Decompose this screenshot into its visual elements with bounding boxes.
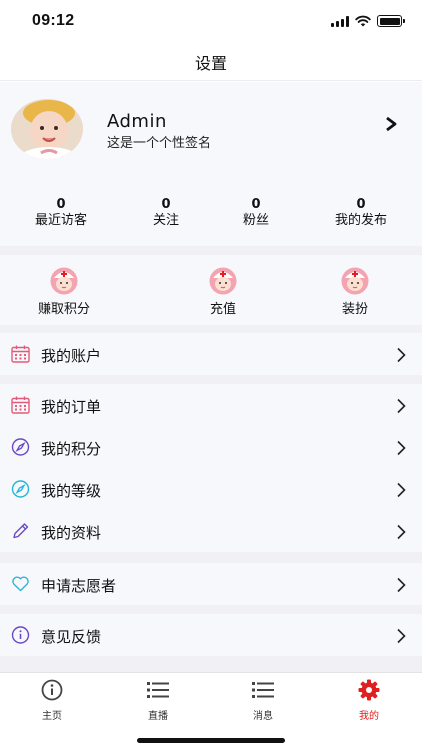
compass-icon [11, 438, 30, 456]
pencil-icon [13, 523, 29, 539]
stat-visitors-value: 0 [56, 197, 66, 212]
menu-item-orders-label: 我的订单 [41, 398, 102, 416]
stat-following[interactable]: 0 关注 [136, 198, 196, 229]
avatar[interactable] [11, 99, 83, 159]
menu-item-level[interactable]: 我的等级 [0, 468, 422, 510]
menu-group-volunteer: 申请志愿者 [0, 563, 422, 605]
stat-fans-label: 粉丝 [242, 213, 269, 228]
menu-item-feedback[interactable]: 意见反馈 [0, 614, 422, 656]
tab-mine-label: 我的 [359, 711, 379, 722]
menu-item-orders[interactable]: 我的订单 [0, 384, 422, 426]
stat-posts-label: 我的发布 [334, 213, 387, 228]
stat-fans[interactable]: 0 粉丝 [226, 198, 286, 229]
tab-messages-label: 消息 [253, 711, 273, 722]
chevron-right-icon [397, 482, 406, 498]
nav-bar: 设置 [0, 44, 422, 81]
calendar-icon [11, 345, 30, 363]
profile-name: Admin [107, 111, 167, 132]
stat-visitors-label: 最近访客 [34, 213, 87, 228]
wifi-icon [355, 15, 371, 27]
menu-item-profile-info[interactable]: 我的资料 [0, 510, 422, 552]
compass-icon [11, 480, 30, 498]
stat-posts-value: 0 [356, 197, 366, 212]
chevron-right-icon [397, 440, 406, 456]
avatar-image [11, 99, 83, 159]
earn-points-button[interactable]: 赚取积分 [19, 267, 109, 317]
list-icon [147, 682, 169, 698]
chevron-right-icon [397, 524, 406, 540]
menu-item-volunteer[interactable]: 申请志愿者 [0, 563, 422, 605]
nurse-icon [341, 267, 369, 295]
profile-section: Admin 这是一个个性签名 0 最近访客 0 关注 0 粉丝 0 我的发布 [0, 82, 422, 246]
recharge-label: 充值 [209, 302, 236, 317]
calendar-icon [11, 396, 30, 414]
dress-up-label: 装扮 [341, 302, 368, 317]
heart-icon [12, 576, 29, 592]
signal-icon [331, 15, 349, 27]
settings-content: Admin 这是一个个性签名 0 最近访客 0 关注 0 粉丝 0 我的发布 赚… [0, 82, 422, 672]
stat-fans-value: 0 [251, 197, 261, 212]
menu-item-level-label: 我的等级 [41, 482, 102, 500]
menu-item-account-label: 我的账户 [41, 347, 102, 365]
page-title: 设置 [194, 54, 227, 73]
status-icons [331, 15, 405, 27]
services-section: 赚取积分 充值 装扮 [0, 255, 422, 325]
menu-item-points-label: 我的积分 [41, 440, 102, 458]
chevron-right-icon [397, 577, 406, 593]
menu-item-feedback-label: 意见反馈 [41, 628, 102, 646]
chevron-right-icon[interactable] [384, 116, 398, 132]
home-indicator[interactable] [137, 738, 285, 743]
tab-live-label: 直播 [148, 711, 168, 722]
tab-mine[interactable]: 我的 [329, 679, 409, 722]
gear-icon [358, 679, 380, 701]
tab-messages[interactable]: 消息 [223, 679, 303, 722]
status-time: 09:12 [32, 12, 75, 29]
stat-following-value: 0 [161, 197, 171, 212]
tab-home-label: 主页 [42, 711, 62, 722]
menu-group-feedback: 意见反馈 [0, 614, 422, 656]
chevron-right-icon [397, 347, 406, 363]
profile-signature: 这是一个个性签名 [107, 136, 212, 151]
info-icon [11, 626, 30, 644]
stat-visitors[interactable]: 0 最近访客 [24, 198, 98, 229]
tab-live[interactable]: 直播 [118, 679, 198, 722]
menu-item-points[interactable]: 我的积分 [0, 426, 422, 468]
chevron-right-icon [397, 398, 406, 414]
menu-item-account[interactable]: 我的账户 [0, 333, 422, 375]
list-icon [252, 682, 274, 698]
menu-item-profile-info-label: 我的资料 [41, 524, 102, 542]
info-icon [41, 679, 63, 701]
nurse-icon [209, 267, 237, 295]
earn-points-label: 赚取积分 [37, 302, 90, 317]
recharge-button[interactable]: 充值 [178, 267, 268, 317]
menu-group-account: 我的账户 [0, 333, 422, 375]
menu-item-volunteer-label: 申请志愿者 [41, 577, 117, 595]
menu-group-personal: 我的订单 我的积分 我的等级 我的资料 [0, 384, 422, 552]
status-bar: 09:12 [0, 0, 422, 44]
stat-following-label: 关注 [152, 213, 179, 228]
dress-up-button[interactable]: 装扮 [310, 267, 400, 317]
tab-home[interactable]: 主页 [12, 679, 92, 722]
tab-bar: 主页 直播 消息 我的 [0, 672, 422, 724]
home-indicator-area [0, 724, 422, 750]
chevron-right-icon [397, 628, 406, 644]
battery-icon [377, 15, 405, 27]
stat-posts[interactable]: 0 我的发布 [324, 198, 398, 229]
nurse-icon [50, 267, 78, 295]
